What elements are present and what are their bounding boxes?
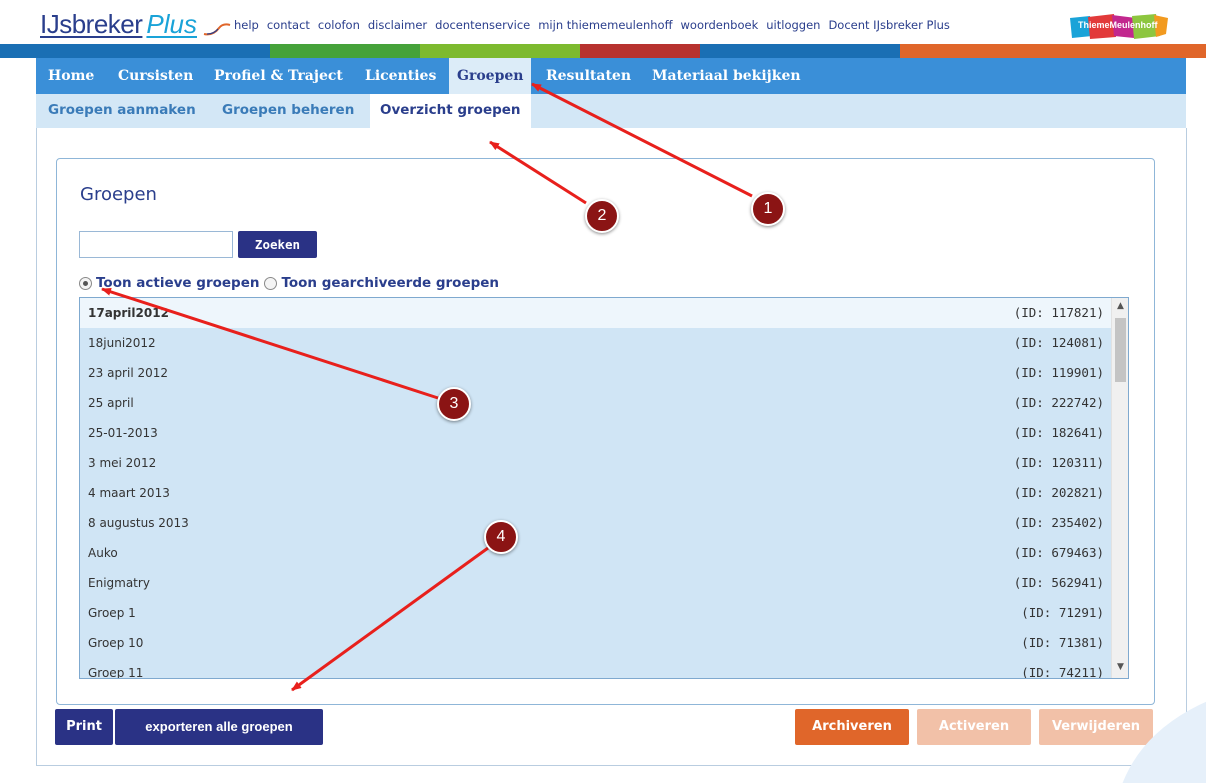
group-row[interactable]: Enigmatry (ID: 562941) (80, 568, 1112, 598)
activate-button[interactable]: Activeren (917, 709, 1031, 745)
group-id: (ID: 235402) (1013, 515, 1104, 530)
group-row[interactable]: 3 mei 2012 (ID: 120311) (80, 448, 1112, 478)
group-name: Groep 1 (88, 606, 136, 620)
group-id: (ID: 71291) (1021, 605, 1104, 620)
link-user-account[interactable]: Docent IJsbreker Plus (828, 18, 950, 32)
link-help[interactable]: help (234, 18, 259, 32)
search-button[interactable]: Zoeken (238, 231, 317, 258)
annotation-badge-3: 3 (437, 387, 471, 421)
subnav-overzicht-groepen[interactable]: Overzicht groepen (370, 94, 531, 128)
nav-home[interactable]: Home (48, 58, 94, 94)
group-id: (ID: 562941) (1013, 575, 1104, 590)
nav-licenties[interactable]: Licenties (365, 58, 436, 94)
link-docentenservice[interactable]: docentenservice (435, 18, 530, 32)
group-name: 18juni2012 (88, 336, 156, 350)
decorative-corner-shape (1122, 701, 1206, 783)
logo-swoosh-icon (203, 23, 231, 36)
group-row[interactable]: 17april2012 (ID: 117821) (80, 298, 1112, 328)
group-row[interactable]: 25 april (ID: 222742) (80, 388, 1112, 418)
group-id: (ID: 182641) (1013, 425, 1104, 440)
main-nav: Home Cursisten Profiel & Traject Licenti… (36, 58, 1186, 94)
group-row[interactable]: 18juni2012 (ID: 124081) (80, 328, 1112, 358)
group-name: 8 augustus 2013 (88, 516, 189, 530)
color-strip (0, 44, 1206, 58)
nav-cursisten[interactable]: Cursisten (118, 58, 193, 94)
group-row[interactable]: Auko (ID: 679463) (80, 538, 1112, 568)
nav-materiaal-bekijken[interactable]: Materiaal bekijken (652, 58, 801, 94)
link-woordenboek[interactable]: woordenboek (681, 18, 759, 32)
group-row[interactable]: 25-01-2013 (ID: 182641) (80, 418, 1112, 448)
thiememeulenhoff-logo[interactable]: ThiemeMeulenhoff (1070, 12, 1168, 40)
group-name: Auko (88, 546, 118, 560)
group-name: 17april2012 (88, 306, 169, 320)
link-uitloggen[interactable]: uitloggen (766, 18, 820, 32)
radio-active-groups-label[interactable]: Toon actieve groepen (96, 275, 259, 291)
logo-main-text: IJsbreker (40, 9, 143, 39)
group-row[interactable]: Groep 1 (ID: 71291) (80, 598, 1112, 628)
group-name: 25-01-2013 (88, 426, 158, 440)
scroll-thumb[interactable] (1115, 318, 1126, 382)
group-row[interactable]: Groep 11 (ID: 74211) (80, 658, 1112, 679)
group-id: (ID: 74211) (1021, 665, 1104, 679)
group-id: (ID: 117821) (1013, 305, 1104, 320)
radio-active-groups[interactable] (79, 276, 92, 290)
group-row[interactable]: 8 augustus 2013 (ID: 235402) (80, 508, 1112, 538)
group-id: (ID: 120311) (1013, 455, 1104, 470)
group-name: Groep 11 (88, 666, 144, 679)
group-name: 23 april 2012 (88, 366, 169, 380)
group-row[interactable]: 23 april 2012 (ID: 119901) (80, 358, 1112, 388)
ijsbreker-plus-logo[interactable]: IJsbreker Plus (40, 6, 231, 40)
radio-archived-groups-label[interactable]: Toon gearchiveerde groepen (281, 275, 499, 291)
export-all-groups-button[interactable]: exporteren alle groepen (115, 709, 323, 745)
nav-resultaten[interactable]: Resultaten (546, 58, 631, 94)
link-disclaimer[interactable]: disclaimer (368, 18, 427, 32)
annotation-badge-4: 4 (484, 520, 518, 554)
group-row[interactable]: 4 maart 2013 (ID: 202821) (80, 478, 1112, 508)
sub-nav: Groepen aanmaken Groepen beheren Overzic… (36, 94, 1186, 128)
logo-plus-text: Plus (146, 9, 197, 39)
top-links: help contact colofon disclaimer docenten… (234, 18, 950, 32)
link-contact[interactable]: contact (267, 18, 310, 32)
annotation-badge-1: 1 (751, 192, 785, 226)
link-colofon[interactable]: colofon (318, 18, 360, 32)
group-name: Groep 10 (88, 636, 144, 650)
group-id: (ID: 71381) (1021, 635, 1104, 650)
link-mijn-thiememeulenhoff[interactable]: mijn thiememeulenhoff (538, 18, 672, 32)
scroll-up-arrow-icon[interactable]: ▲ (1112, 298, 1128, 315)
nav-profiel-traject[interactable]: Profiel & Traject (214, 58, 343, 94)
subnav-groepen-aanmaken[interactable]: Groepen aanmaken (48, 94, 196, 128)
top-bar: IJsbreker Plus help contact colofon disc… (0, 0, 1206, 44)
group-name: 4 maart 2013 (88, 486, 170, 500)
annotation-badge-2: 2 (585, 199, 619, 233)
groups-listbox[interactable]: 17april2012 (ID: 117821) 18juni2012 (ID: 12… (79, 297, 1129, 679)
group-row[interactable]: Groep 10 (ID: 71381) (80, 628, 1112, 658)
group-id: (ID: 119901) (1013, 365, 1104, 380)
group-id: (ID: 202821) (1013, 485, 1104, 500)
group-id: (ID: 222742) (1013, 395, 1104, 410)
radio-archived-groups[interactable] (264, 276, 278, 290)
group-name: 3 mei 2012 (88, 456, 157, 470)
panel-title: Groepen (80, 184, 157, 205)
group-name: Enigmatry (88, 576, 150, 590)
search-input[interactable] (79, 231, 233, 258)
archive-button[interactable]: Archiveren (795, 709, 909, 745)
listbox-scrollbar[interactable]: ▲ ▼ (1111, 298, 1128, 678)
group-filter-radios: Toon actieve groepen Toon gearchiveerde … (79, 273, 499, 293)
group-id: (ID: 679463) (1013, 545, 1104, 560)
group-id: (ID: 124081) (1013, 335, 1104, 350)
nav-groepen[interactable]: Groepen (449, 58, 532, 94)
group-name: 25 april (88, 396, 134, 410)
scroll-down-arrow-icon[interactable]: ▼ (1112, 659, 1128, 676)
print-button[interactable]: Print (55, 709, 113, 745)
brand-text: ThiemeMeulenhoff (1078, 20, 1158, 30)
subnav-groepen-beheren[interactable]: Groepen beheren (222, 94, 354, 128)
